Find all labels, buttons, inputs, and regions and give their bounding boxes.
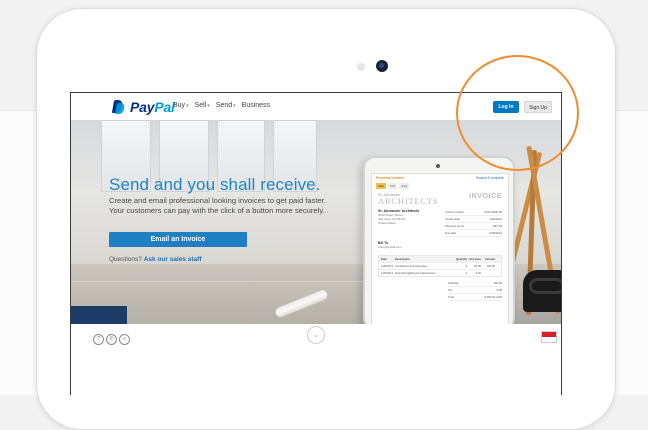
questions-label: Questions? [109,256,142,263]
invoice-preview: Preview Invoice Saved Complete Web iOS i… [371,173,509,324]
phone-icon[interactable]: ✆ [106,334,117,345]
meta-key: Invoice date [445,217,461,221]
questions-line: Questions? Ask our sales staff [109,256,202,263]
mockup-camera-icon [436,164,440,168]
contact-icons: ? ✆ ⌕ [93,334,130,345]
country-flag-icon[interactable] [541,331,557,343]
search-icon[interactable]: ⌕ [119,334,130,345]
total-value: 0.00 [496,288,502,292]
column-header: Unit price [468,257,481,261]
paypal-logo[interactable]: PayPal [111,99,175,115]
total-value: 180.00 [493,281,502,285]
total-key: Tax [448,288,453,292]
nav-item-buy[interactable]: Buy▾ [173,102,189,109]
bill-to-email: client@email.com [378,245,402,249]
nav-item-business[interactable]: Business [242,102,270,109]
invoice-meta: Invoice number 0001-0000-00 Invoice date 1… [445,209,502,237]
table-cell: 1/26/2014 [381,264,393,268]
table-cell: 60.00 [474,264,481,268]
chevron-down-icon: ▾ [207,103,210,109]
nav-links: Buy▾ Sell▾ Send▾ Business [173,102,270,109]
meta-value: 2/25/2014 [489,231,502,235]
paypal-wordmark: PayPal [130,99,175,115]
table-cell: 1 [465,271,468,275]
invoice-items-table: Date Description Quantity Unit price Amo… [378,255,502,277]
table-row: 1/26/2014 Conditioner and setup fees 3 6… [379,262,501,269]
scroll-down-chevron-icon[interactable]: ⌄ [307,326,325,344]
table-cell: 0.00 [475,271,481,275]
table-cell: 3 [465,264,468,268]
meta-key: Due date [445,231,457,235]
footer-bar: ? ✆ ⌕ ⌄ [71,324,561,395]
table-cell [481,272,495,275]
table-cell: 180.00 [486,264,495,268]
meta-key: Invoice number [445,210,465,214]
nav-item-label: Buy [173,102,186,109]
column-header: Date [381,257,387,261]
sales-staff-link[interactable]: Ask our sales staff [144,256,202,263]
highlight-circle [456,55,579,171]
email-invoice-button[interactable]: Email an Invoice [109,232,247,247]
invoice-brand-big: ARCHITECTS [378,196,439,206]
paypal-p-icon [111,99,125,115]
column-header: Amount [484,257,495,261]
chevron-down-icon: ▾ [233,103,236,109]
meta-value: 0001-0000-00 [484,210,502,214]
meta-key: Payment terms [445,224,464,228]
table-cell: 1/26/2014 [381,271,393,275]
invoice-from-address: St. Alexander Architects 3040 Aspen Stre… [378,209,433,237]
nav-item-label: Business [241,102,271,109]
help-icon[interactable]: ? [93,334,104,345]
tablet-camera-icon [376,60,388,72]
invoice-word: INVOICE [469,193,502,200]
tablet-sensor [357,63,365,71]
table-cell: Extended lighting kit maintenance [395,271,436,275]
column-header: Quantity [456,257,467,261]
nav-item-label: Send [215,102,233,109]
hero-subtext: Create and email professional looking in… [109,196,326,216]
table-row: 1/26/2014 Extended lighting kit maintena… [379,269,501,276]
invoice-tab: Web [376,183,387,189]
table-cell: Conditioner and setup fees [395,264,428,268]
total-key: Total [448,295,454,299]
invoice-tab: iPad [399,183,410,189]
invoice-totals: Subtotal 180.00 Tax 0.00 Total $ 180.00 USD [448,280,502,301]
meta-value: NET 30 [492,224,502,228]
background-blueprint [71,306,127,324]
total-key: Subtotal [448,281,459,285]
invoice-tabs: Web iOS iPad [372,182,508,190]
logo-pay-text: Pay [130,99,155,115]
meta-value: 1/26/2014 [489,217,502,221]
hero-subtext-line: Your customers can pay with the click of… [109,206,325,215]
chevron-down-icon: ▾ [186,103,189,109]
hero-headline: Send and you shall receive. [109,175,321,194]
saved-complete-label: Saved Complete [475,176,504,180]
logo-pal-text: Pal [154,99,175,115]
invoice-tab: iOS [388,183,398,189]
total-value: $ 180.00 USD [484,295,502,299]
nav-item-send[interactable]: Send▾ [216,102,236,109]
preview-invoice-title: Preview Invoice [376,176,405,180]
invoice-tablet-mockup: Preview Invoice Saved Complete Web iOS i… [363,156,515,324]
background-bag [523,270,561,312]
column-header: Description [395,257,410,261]
nav-item-sell[interactable]: Sell▾ [195,102,210,109]
nav-item-label: Sell [194,102,207,109]
from-line: United States [378,221,397,225]
bill-to: Bill To client@email.com [372,237,508,249]
hero-subtext-line: Create and email professional looking in… [109,196,326,205]
